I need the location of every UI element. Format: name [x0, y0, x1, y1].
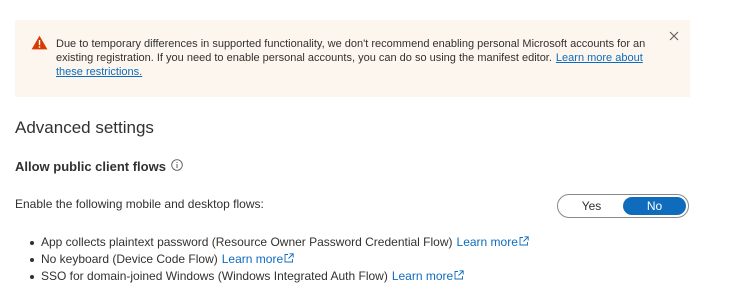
external-link-icon	[284, 253, 294, 263]
flow-text: App collects plaintext password (Resourc…	[41, 235, 453, 249]
toggle-option-no[interactable]: No	[623, 197, 686, 215]
warning-banner: Due to temporary differences in supporte…	[15, 20, 690, 97]
flow-text: SSO for domain-joined Windows (Windows I…	[41, 269, 388, 283]
info-icon[interactable]	[171, 159, 183, 171]
bullet-icon	[30, 275, 34, 279]
learn-more-link-text[interactable]: Learn more	[457, 235, 518, 249]
page: Due to temporary differences in supporte…	[0, 0, 753, 297]
toggle-option-yes[interactable]: Yes	[560, 197, 623, 215]
list-item: No keyboard (Device Code Flow) Learn more	[30, 251, 529, 268]
flow-text: No keyboard (Device Code Flow)	[41, 252, 218, 266]
learn-more-link[interactable]: Learn more	[392, 269, 464, 283]
bullet-icon	[30, 241, 34, 245]
public-client-flows-title: Allow public client flows	[15, 159, 166, 174]
banner-message: Due to temporary differences in supporte…	[56, 37, 656, 79]
list-item: SSO for domain-joined Windows (Windows I…	[30, 268, 529, 285]
section-title: Advanced settings	[15, 118, 154, 137]
learn-more-link-text[interactable]: Learn more	[392, 269, 453, 283]
list-item: App collects plaintext password (Resourc…	[30, 234, 529, 251]
flows-label: Enable the following mobile and desktop …	[15, 197, 264, 211]
flow-list: App collects plaintext password (Resourc…	[30, 234, 529, 285]
public-client-flows-toggle[interactable]: Yes No	[557, 194, 689, 218]
learn-more-link-text[interactable]: Learn more	[222, 252, 283, 266]
external-link-icon	[519, 236, 529, 246]
public-client-flows-header: Allow public client flows	[15, 159, 183, 174]
learn-more-link[interactable]: Learn more	[222, 252, 294, 266]
warning-icon	[31, 35, 48, 50]
close-icon[interactable]	[668, 30, 680, 42]
learn-more-link[interactable]: Learn more	[457, 235, 529, 249]
bullet-icon	[30, 258, 34, 262]
external-link-icon	[454, 270, 464, 280]
